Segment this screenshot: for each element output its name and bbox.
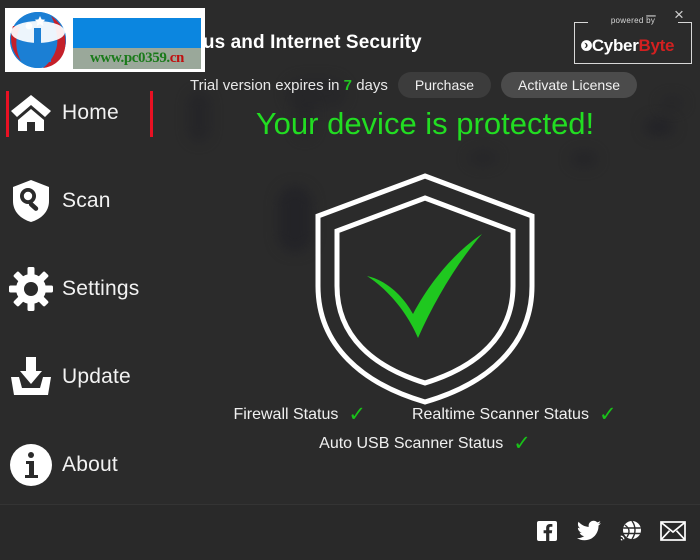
info-icon bbox=[0, 443, 62, 487]
active-indicator-left bbox=[6, 91, 9, 137]
gear-icon bbox=[0, 267, 62, 311]
footer-bar bbox=[0, 504, 700, 560]
window-controls: – × bbox=[638, 0, 700, 28]
background-blob bbox=[278, 186, 312, 252]
purchase-button[interactable]: Purchase bbox=[397, 72, 492, 98]
sidebar-item-update[interactable]: Update bbox=[0, 349, 150, 405]
scan-shield-icon bbox=[0, 179, 62, 223]
download-icon bbox=[0, 357, 62, 397]
watermark-url-main: www.pc0359. bbox=[90, 50, 170, 66]
trial-suffix: days bbox=[356, 76, 388, 94]
watermark-url: www.pc0359. cn bbox=[73, 48, 201, 69]
sidebar-item-home[interactable]: Home bbox=[0, 85, 153, 141]
sidebar-item-label: Home bbox=[62, 101, 119, 124]
check-icon: ✓ bbox=[598, 403, 617, 426]
status-label: Auto USB Scanner Status bbox=[319, 434, 504, 452]
sidebar: Home Scan Settings Update About bbox=[0, 0, 153, 500]
trial-row: Trial version expires in 7 days Purchase… bbox=[190, 72, 637, 98]
watermark-logo-icon bbox=[10, 12, 66, 68]
powered-by-badge: powered by CyberByte bbox=[574, 16, 692, 64]
background-blob bbox=[468, 150, 498, 166]
activate-license-button[interactable]: Activate License bbox=[501, 72, 637, 98]
watermark-url-suffix: cn bbox=[169, 50, 185, 66]
sidebar-item-label: About bbox=[62, 453, 118, 476]
check-icon: ✓ bbox=[513, 432, 531, 455]
facebook-icon[interactable] bbox=[534, 518, 560, 544]
trial-status-text: Trial version expires in 7 days bbox=[190, 77, 388, 94]
close-icon[interactable]: × bbox=[666, 1, 692, 27]
status-label: Firewall Status bbox=[233, 405, 339, 423]
globe-icon[interactable] bbox=[618, 518, 644, 544]
sidebar-item-label: Update bbox=[62, 365, 131, 388]
cyberbyte-brand: CyberByte bbox=[574, 36, 692, 56]
status-list: Firewall Status ✓ Realtime Scanner Statu… bbox=[150, 404, 700, 462]
status-row: Auto USB Scanner Status ✓ bbox=[150, 433, 700, 454]
status-item-auto-usb-scanner: Auto USB Scanner Status ✓ bbox=[319, 433, 531, 454]
shield-check-icon bbox=[310, 168, 540, 408]
email-icon[interactable] bbox=[660, 518, 686, 544]
twitter-icon[interactable] bbox=[576, 518, 602, 544]
watermark-banner bbox=[73, 18, 201, 48]
social-links bbox=[534, 518, 686, 544]
home-icon bbox=[0, 93, 62, 133]
antivirus-main-window: – × irus and Internet Security Trial ver… bbox=[0, 0, 700, 560]
brand-cyber: Cyber bbox=[591, 36, 639, 55]
sidebar-item-label: Settings bbox=[62, 277, 140, 300]
trial-days-count: 7 bbox=[343, 76, 353, 94]
sidebar-item-label: Scan bbox=[62, 189, 111, 212]
status-row: Firewall Status ✓ Realtime Scanner Statu… bbox=[150, 404, 700, 425]
background-blob bbox=[570, 150, 598, 168]
trial-prefix: Trial version expires in bbox=[190, 76, 340, 94]
status-item-firewall: Firewall Status ✓ bbox=[233, 404, 366, 425]
status-label: Realtime Scanner Status bbox=[411, 405, 589, 423]
sidebar-item-scan[interactable]: Scan bbox=[0, 173, 150, 229]
sidebar-item-about[interactable]: About bbox=[0, 437, 150, 493]
protection-status-headline: Your device is protected! bbox=[255, 106, 595, 141]
check-icon: ✓ bbox=[348, 403, 366, 426]
page-title: irus and Internet Security bbox=[190, 32, 422, 53]
active-indicator-right bbox=[150, 91, 153, 137]
status-item-realtime-scanner: Realtime Scanner Status ✓ bbox=[412, 404, 617, 425]
sidebar-item-settings[interactable]: Settings bbox=[0, 261, 150, 317]
brand-byte: Byte bbox=[638, 36, 675, 55]
watermark-overlay: www.pc0359. cn bbox=[5, 8, 205, 72]
minimize-icon[interactable]: – bbox=[638, 1, 664, 27]
